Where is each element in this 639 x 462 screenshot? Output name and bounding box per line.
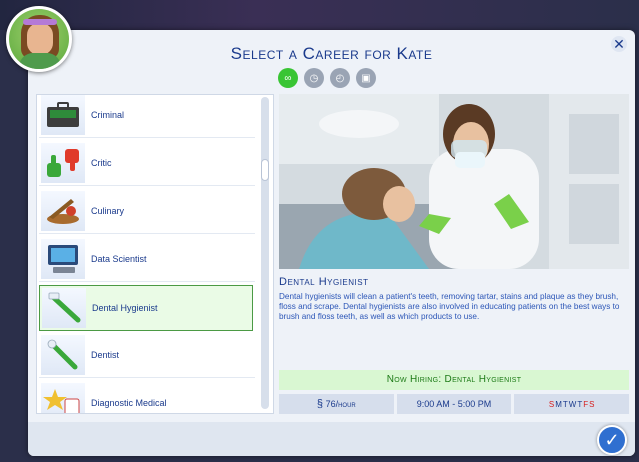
career-filters: ∞ ◷ ◴ ▣	[278, 68, 376, 90]
briefcase-clock-icon[interactable]: ◷	[304, 68, 324, 88]
day-saturday: S	[589, 400, 595, 409]
list-item-critic[interactable]: Critic	[39, 141, 255, 186]
day-sunday: S	[548, 400, 555, 409]
clock-icon[interactable]: ◴	[330, 68, 350, 88]
day-friday: F	[583, 400, 589, 409]
background-strip	[0, 0, 639, 30]
career-label: Critic	[91, 158, 112, 168]
pay-rate: § 76/hour	[279, 394, 394, 414]
work-hours: 9:00 AM - 5:00 PM	[396, 394, 512, 414]
medical-star-icon	[41, 383, 85, 413]
pay-value: 76/hour	[325, 399, 356, 409]
now-hiring-banner: Now Hiring: Dental Hygienist	[279, 370, 629, 390]
list-item-diagnostic-medical[interactable]: Diagnostic Medical	[39, 381, 255, 413]
career-label: Dentist	[91, 350, 120, 360]
career-label: Dental Hygienist	[92, 303, 158, 313]
list-scrollbar[interactable]	[261, 97, 269, 409]
list-item-dentist[interactable]: Dentist	[39, 333, 255, 378]
scroll-thumb[interactable]	[261, 159, 269, 181]
close-icon[interactable]: ✕	[611, 36, 627, 52]
toothbrush-icon	[42, 288, 86, 328]
career-photo	[279, 94, 629, 269]
thumbs-up-down-icon	[41, 143, 85, 183]
career-dialog: Select a Career for Kate ✕ ∞ ◷ ◴ ▣ Crimi…	[28, 30, 635, 456]
food-platter-icon	[41, 191, 85, 231]
day-tuesday: T	[562, 400, 568, 409]
folder-icon[interactable]: ▣	[356, 68, 376, 88]
career-description: Dental hygienists will clean a patient's…	[279, 292, 620, 322]
day-wednesday: W	[568, 400, 577, 409]
dental-tool-icon	[41, 335, 85, 375]
day-thursday: T	[577, 400, 583, 409]
career-stats: § 76/hour 9:00 AM - 5:00 PM SMTWTFS	[279, 394, 630, 414]
career-list: Criminal Critic Culinary Data Scientist …	[36, 94, 274, 414]
cash-briefcase-icon	[41, 95, 85, 135]
dialog-footer: ✓	[28, 422, 635, 456]
work-days: SMTWTFS	[514, 394, 630, 414]
checkmark-icon[interactable]: ✓	[597, 425, 627, 455]
infinity-icon[interactable]: ∞	[278, 68, 298, 88]
career-label: Culinary	[91, 206, 125, 216]
dialog-title: Select a Career for Kate	[230, 44, 433, 63]
career-label: Criminal	[91, 110, 125, 120]
list-item-data-scientist[interactable]: Data Scientist	[39, 237, 255, 282]
list-item-dental-hygienist[interactable]: Dental Hygienist	[39, 285, 253, 331]
list-item-culinary[interactable]: Culinary	[39, 189, 255, 234]
career-label: Diagnostic Medical	[91, 398, 167, 408]
day-monday: M	[555, 400, 562, 409]
computer-icon	[41, 239, 85, 279]
career-name: Dental Hygienist	[279, 276, 369, 288]
simoleon-icon: §	[316, 398, 324, 410]
career-label: Data Scientist	[91, 254, 147, 264]
sim-avatar	[6, 6, 72, 72]
list-item-criminal[interactable]: Criminal	[39, 95, 255, 138]
